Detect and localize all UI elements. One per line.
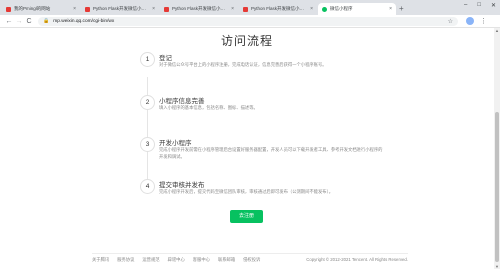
lock-icon[interactable]: 🔒 [43, 18, 49, 24]
copyright-text: Copyright © 2012-2021 Tencent. All Right… [306, 257, 408, 262]
step-description: 完成小程序开发前需在小程序管理后台设置好服务器配置，开发人员可以下载开发者工具、… [159, 147, 383, 159]
browser-tab[interactable]: 我的Pmingl的网站 × [2, 3, 80, 15]
vertical-scrollbar[interactable]: ▲ ▼ [494, 28, 500, 269]
close-tab-icon[interactable]: × [310, 6, 313, 12]
back-icon[interactable]: ← [4, 18, 14, 25]
window-controls: – □ ✕ [464, 2, 496, 9]
step-description: 对于微信公众号平台上的小程序注册，完成电话认证，信息完善后获得一个小程序账号。 [159, 62, 327, 67]
step-description: 完成小程序开发后，提交代码至微信团队审核，审核通过后即可发布（公测期间不能发布）… [159, 189, 334, 194]
footer: 关于腾讯 服务协议 运营规范 辟谣中心 客服中心 联系邮箱 侵权投诉 Copyr… [92, 253, 408, 265]
new-tab-button[interactable]: + [399, 3, 404, 15]
close-window-icon[interactable]: ✕ [491, 2, 496, 9]
footer-link[interactable]: 客服中心 [193, 257, 210, 263]
maximize-icon[interactable]: □ [477, 2, 481, 9]
page-content: 访问流程 1 登记 对于微信公众号平台上的小程序注册，完成电话认证，信息完善后获… [0, 28, 500, 269]
close-tab-icon[interactable]: × [152, 6, 155, 12]
footer-link[interactable]: 联系邮箱 [218, 257, 235, 263]
footer-link[interactable]: 运营规范 [142, 257, 159, 263]
favicon-icon [164, 6, 169, 12]
tab-label: Python Flask开发微信小程序(… [172, 6, 230, 11]
browser-tab-active[interactable]: 微信小程序 × [318, 3, 396, 15]
favicon-icon [243, 6, 248, 12]
wechat-favicon-icon [322, 6, 327, 12]
step-number: 4 [140, 179, 155, 194]
step-number: 3 [140, 137, 155, 152]
url-text: mp.weixin.qq.com/cgi-bin/wx [53, 18, 115, 24]
step-number: 1 [140, 52, 155, 67]
footer-link[interactable]: 辟谣中心 [168, 257, 185, 263]
reload-icon[interactable]: C [24, 18, 34, 25]
tab-label: 微信小程序 [330, 6, 353, 11]
tab-label: Python Flask开发微信小程序(… [251, 6, 309, 11]
favicon-icon [85, 6, 90, 12]
footer-link[interactable]: 侵权投诉 [243, 257, 260, 263]
close-tab-icon[interactable]: × [73, 6, 76, 12]
scrollbar-thumb[interactable] [495, 112, 499, 262]
page-title: 访问流程 [220, 34, 273, 48]
address-bar[interactable]: 🔒 mp.weixin.qq.com/cgi-bin/wx ☆ [38, 16, 458, 26]
browser-toolbar: ← → C 🔒 mp.weixin.qq.com/cgi-bin/wx ☆ ⋮ [0, 15, 500, 28]
tab-label: 我的Pmingl的网站 [14, 6, 51, 11]
close-tab-icon[interactable]: × [389, 6, 392, 12]
bookmark-star-icon[interactable]: ☆ [448, 18, 453, 25]
minimize-icon[interactable]: – [464, 2, 467, 9]
step-number: 2 [140, 95, 155, 110]
profile-avatar[interactable] [466, 17, 474, 25]
close-tab-icon[interactable]: × [231, 6, 234, 12]
favicon-icon [6, 6, 11, 12]
tab-label: Python Flask开发微信小程序(… [93, 6, 151, 11]
timeline-line [147, 77, 148, 189]
browser-menu-icon[interactable]: ⋮ [480, 17, 487, 25]
footer-links: 关于腾讯 服务协议 运营规范 辟谣中心 客服中心 联系邮箱 侵权投诉 [92, 257, 260, 263]
scroll-down-icon[interactable]: ▼ [494, 264, 500, 269]
browser-tab-bar: 我的Pmingl的网站 × Python Flask开发微信小程序(… × Py… [0, 0, 500, 15]
browser-tab[interactable]: Python Flask开发微信小程序(… × [160, 3, 238, 15]
step-description: 填入小程序的基本信息，包括名称、图标、描述等。 [159, 105, 258, 110]
footer-link[interactable]: 服务协议 [117, 257, 134, 263]
forward-icon[interactable]: → [14, 18, 24, 25]
browser-tab[interactable]: Python Flask开发微信小程序(… × [81, 3, 159, 15]
browser-tab[interactable]: Python Flask开发微信小程序(… × [239, 3, 317, 15]
register-button[interactable]: 去注册 [230, 210, 263, 223]
footer-link[interactable]: 关于腾讯 [92, 257, 109, 263]
scroll-up-icon[interactable]: ▲ [494, 28, 500, 33]
